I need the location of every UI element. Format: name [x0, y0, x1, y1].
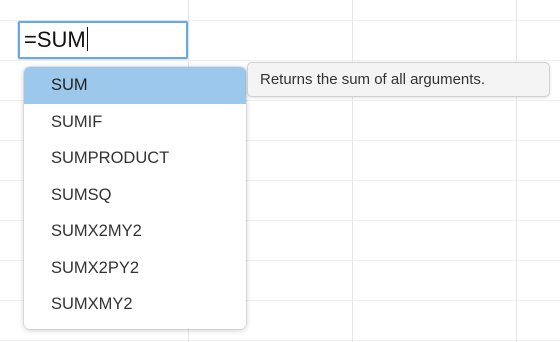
autocomplete-item-sumxmy2[interactable]: SUMXMY2 [24, 286, 246, 323]
text-caret [86, 27, 88, 51]
function-autocomplete-list[interactable]: SUM SUMIF SUMPRODUCT SUMSQ SUMX2MY2 SUMX… [24, 67, 246, 329]
column-divider [516, 0, 517, 342]
tooltip-text: Returns the sum of all arguments. [260, 71, 486, 88]
column-divider [352, 0, 353, 342]
formula-text: =SUM [24, 27, 86, 52]
autocomplete-item-sumx2my2[interactable]: SUMX2MY2 [24, 213, 246, 250]
formula-cell-editor[interactable]: =SUM [18, 21, 188, 59]
row-divider [0, 340, 560, 341]
autocomplete-item-sum[interactable]: SUM [24, 67, 246, 104]
autocomplete-item-sumx2py2[interactable]: SUMX2PY2 [24, 250, 246, 287]
autocomplete-item-sumsq[interactable]: SUMSQ [24, 177, 246, 214]
function-description-tooltip: Returns the sum of all arguments. [247, 62, 550, 97]
autocomplete-item-sumif[interactable]: SUMIF [24, 104, 246, 141]
row-divider [0, 60, 560, 61]
autocomplete-item-sumproduct[interactable]: SUMPRODUCT [24, 140, 246, 177]
